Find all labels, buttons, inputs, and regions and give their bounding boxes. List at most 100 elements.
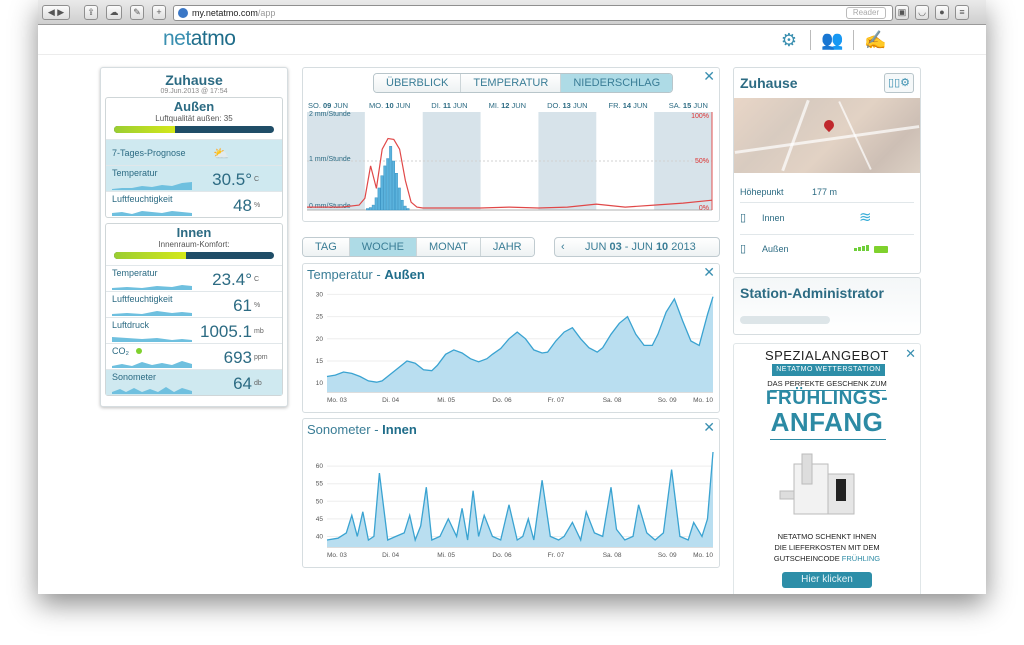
gear-icon[interactable]: ⚙ [778, 29, 800, 51]
notes-icon[interactable]: ✍ [864, 29, 886, 51]
tab-monat[interactable]: MONAT [416, 238, 481, 256]
precip-bar [380, 175, 384, 211]
indoor-module-icon: ▯ [740, 212, 747, 224]
indoor-temperature-row[interactable]: Temperatur 23.4° C [106, 265, 282, 291]
tab-ueberblick[interactable]: ÜBERBLICK [374, 74, 462, 92]
outdoor-quality-bar [114, 126, 274, 133]
sonometer-label: Sonometer [112, 372, 157, 382]
co2-value: 693 [223, 348, 252, 367]
station-settings-button[interactable]: ▯▯⚙ [884, 73, 914, 93]
home-title: Zuhause [165, 72, 223, 88]
close-icon[interactable]: ✕ [703, 68, 715, 85]
x-tick-label: Di. 04 [382, 397, 399, 404]
x-tick-label: Fr. 07 [548, 552, 565, 559]
cloud-icon[interactable]: ☁ [106, 5, 122, 20]
indoor-temperature-value: 23.4° [212, 270, 252, 289]
day-label[interactable]: FR. 14 JUN [609, 101, 648, 110]
precip-bar [400, 199, 404, 211]
x-tick-label: Mo. 10 [693, 397, 713, 404]
probability-line [307, 137, 713, 209]
y-tick-label: 30 [316, 291, 324, 298]
home-date: 09.Jun.2013 @ 17:54 [160, 88, 228, 95]
tab-jahr[interactable]: JAHR [480, 238, 534, 256]
pressure-sparkline [112, 337, 192, 342]
day-label[interactable]: SO. 09 JUN [308, 101, 348, 110]
day-label[interactable]: DI. 11 JUN [431, 101, 467, 110]
date-range-selector[interactable]: ‹ JUN 03 - JUN 10 2013 [554, 237, 720, 257]
outdoor-quality-label: Luftqualität außen: 35 [155, 114, 233, 123]
signal-strength-icon [854, 245, 869, 251]
day-label[interactable]: SA. 15 JUN [669, 101, 708, 110]
wifi-icon: ≋ [859, 209, 872, 226]
precip-bar [377, 187, 381, 211]
close-icon[interactable]: ✕ [703, 419, 715, 436]
indoor-title: Innen [176, 225, 212, 240]
close-icon[interactable]: ✕ [703, 264, 715, 281]
extension-icon[interactable]: ▣ [895, 5, 909, 20]
station-map[interactable] [734, 98, 920, 173]
sonometer-chart: 60 55 50 45 40 Mo. 03 Di. 04 Mi. 05 Do. 06 Fr. 07… [316, 451, 714, 559]
outdoor-humidity-row[interactable]: Luftfeuchtigkeit 48 % [106, 191, 282, 217]
indoor-humidity-unit: % [254, 302, 261, 309]
layers-icon[interactable]: ≡ [955, 5, 969, 20]
pocket-icon[interactable]: ◡ [915, 5, 929, 20]
netatmo-logo[interactable]: netatmo [163, 27, 236, 51]
settings-wrench-icon[interactable]: ✎ [130, 5, 144, 20]
precip-bar [366, 208, 369, 211]
altitude-label: Höhepunkt [740, 187, 784, 197]
date-range-text: JUN 03 - JUN 10 2013 [585, 241, 696, 253]
precip-bar [389, 146, 393, 211]
tab-woche[interactable]: WOCHE [349, 238, 417, 256]
adblock-icon[interactable]: ● [935, 5, 949, 20]
promo-cta-button[interactable]: Hier klicken [782, 572, 872, 588]
x-tick-label: Mi. 05 [437, 397, 455, 404]
y-tick-label: 25 [316, 314, 324, 321]
indoor-temperature-label: Temperatur [112, 268, 158, 278]
indoor-module[interactable]: Innen Innenraum-Komfort: Temperatur 23.4… [105, 223, 283, 396]
x-tick-label: Sa. 08 [603, 552, 622, 559]
x-tick-label: So. 09 [658, 552, 677, 559]
sonometer-sparkline [112, 387, 192, 394]
y-tick-label: 2 mm/Stunde [309, 111, 351, 118]
promo-banner[interactable]: ✕ SPEZIALANGEBOT NETATMO WETTERSTATION D… [733, 343, 921, 594]
reader-button[interactable]: Reader [846, 7, 886, 19]
pressure-row[interactable]: Luftdruck 1005.1 mb [106, 317, 282, 343]
header-divider [810, 30, 811, 50]
browser-toolbar: ◀ ▶ ⇪ ☁ ✎ + my.netatmo.com/app Reader ▣ … [38, 0, 986, 25]
share-icon[interactable]: ⇪ [84, 5, 98, 20]
co2-unit: ppm [254, 354, 268, 361]
forecast-row[interactable]: 7-Tages-Prognose ⛅ [106, 139, 282, 165]
chevron-left-icon[interactable]: ‹ [561, 238, 565, 256]
tab-temperatur[interactable]: TEMPERATUR [461, 74, 562, 92]
y-tick-label: 40 [316, 533, 324, 540]
day-label[interactable]: MI. 12 JUN [489, 101, 527, 110]
tab-tag[interactable]: TAG [303, 238, 350, 256]
outdoor-module-icon: ▯ [740, 243, 747, 255]
precipitation-chart: 2 mm/Stunde1 mm/Stunde0 mm/Stunde100%50%… [307, 111, 713, 212]
y-tick-label: 15 [316, 358, 324, 365]
day-label[interactable]: MO. 10 JUN [369, 101, 410, 110]
x-tick-label: Mo. 10 [693, 552, 713, 559]
dashboard: Zuhause 09.Jun.2013 @ 17:54 Außen Luftqu… [38, 55, 986, 594]
tab-niederschlag[interactable]: NIEDERSCHLAG [561, 74, 673, 92]
outdoor-module[interactable]: Außen Luftqualität außen: 35 7-Tages-Pro… [105, 97, 283, 218]
users-icon[interactable]: 👥 [821, 29, 843, 51]
precip-bar [394, 173, 398, 211]
x-tick-label: Fr. 07 [548, 397, 565, 404]
precip-bar [371, 204, 375, 211]
promo-tagline: DAS PERFEKTE GESCHENK ZUM [767, 379, 887, 388]
new-tab-button[interactable]: + [152, 5, 166, 20]
day-label[interactable]: DO. 13 JUN [547, 101, 587, 110]
sonometer-row[interactable]: Sonometer 64 db [106, 369, 282, 395]
x-tick-label: Do. 06 [492, 552, 512, 559]
back-forward-button[interactable]: ◀ ▶ [42, 5, 70, 20]
outdoor-temperature-row[interactable]: Temperatur 30.5° C [106, 165, 282, 191]
percent-tick-label: 50% [695, 158, 709, 165]
y-tick-label: 50 [316, 498, 324, 505]
admin-email-redacted [740, 316, 830, 324]
header-divider [853, 30, 854, 50]
sonometer-unit: db [254, 380, 262, 387]
indoor-humidity-row[interactable]: Luftfeuchtigkeit 61 % [106, 291, 282, 317]
url-bar[interactable]: my.netatmo.com/app [173, 5, 893, 21]
co2-row[interactable]: CO₂ 693 ppm [106, 343, 282, 369]
